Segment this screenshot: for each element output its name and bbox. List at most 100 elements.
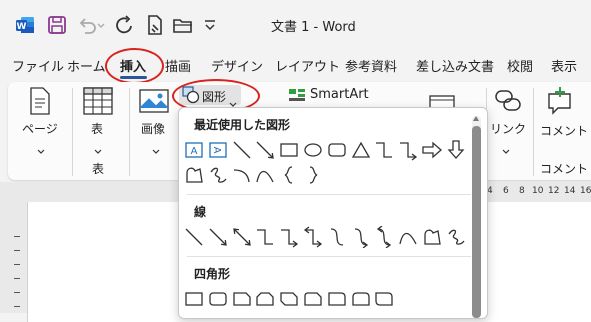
section-divider	[187, 256, 471, 257]
elbow-connector-icon[interactable]	[254, 226, 276, 248]
right-arrow-icon[interactable]	[421, 139, 443, 161]
ribbon-separator	[533, 88, 534, 176]
tab-review[interactable]: 校閲	[507, 56, 533, 75]
line-icon[interactable]	[231, 139, 253, 161]
snip-single-corner-rectangle-icon[interactable]	[231, 288, 253, 310]
oval-icon[interactable]	[302, 139, 324, 161]
scroll-up-icon[interactable]	[473, 116, 479, 121]
round-diagonal-corner-rectangle-icon[interactable]	[373, 288, 395, 310]
smartart-button[interactable]: SmartArt	[288, 85, 378, 105]
ruler-number: 12	[548, 186, 560, 196]
image-icon	[139, 88, 169, 118]
rectangle-icon[interactable]	[278, 139, 300, 161]
snip-round-rectangle-icon[interactable]	[302, 288, 324, 310]
elbow-arrow-connector-icon[interactable]	[278, 226, 300, 248]
chevron-down-icon	[502, 140, 510, 159]
ruler-tick	[14, 278, 20, 279]
tab-home[interactable]: ホーム	[67, 56, 106, 75]
ruler-number: 16	[580, 186, 591, 196]
save-icon[interactable]	[46, 14, 68, 36]
svg-text:A: A	[191, 146, 198, 157]
redo-icon[interactable]	[114, 14, 136, 36]
scribble-icon[interactable]	[445, 226, 467, 248]
comment-group-label: コメント	[540, 162, 589, 176]
ribbon-tabs: ファイル ホーム 挿入 描画 デザイン レイアウト 参考資料 差し込み文書 校閲…	[0, 52, 591, 79]
customize-dropdown-icon[interactable]	[203, 14, 217, 36]
ruler-tick	[14, 306, 20, 307]
curve-icon[interactable]	[254, 164, 276, 186]
tab-file[interactable]: ファイル	[12, 56, 64, 75]
down-arrow-icon[interactable]	[445, 139, 467, 161]
triangle-icon[interactable]	[350, 139, 372, 161]
ruler-tick	[14, 250, 20, 251]
right-brace-icon[interactable]	[302, 164, 324, 186]
curved-arrow-connector-icon[interactable]	[350, 226, 372, 248]
rounded-rectangle-icon[interactable]	[326, 139, 348, 161]
snip-diagonal-corner-rectangle-icon[interactable]	[278, 288, 300, 310]
freeform-shape-icon[interactable]	[421, 226, 443, 248]
link-label: リンク	[490, 122, 527, 136]
undo-dropdown-icon[interactable]	[97, 14, 105, 36]
image-label: 画像	[141, 122, 166, 136]
page-label: ページ	[22, 122, 58, 136]
page-icon	[28, 86, 52, 120]
tab-design[interactable]: デザイン	[211, 56, 263, 75]
ruler-number: 6	[503, 186, 509, 196]
line-icon[interactable]	[183, 226, 205, 248]
tab-mailings[interactable]: 差し込み文書	[416, 56, 494, 75]
elbow-connector-icon[interactable]	[373, 139, 395, 161]
dropdown-scrollbar[interactable]	[472, 116, 481, 318]
rectangle-icon[interactable]	[183, 288, 205, 310]
table-button[interactable]: 表	[80, 86, 116, 154]
lines-title: 線	[194, 205, 207, 219]
title-bar: W 文書 1 - Word	[0, 0, 591, 48]
double-arrow-line-icon[interactable]	[231, 226, 253, 248]
page-button[interactable]: ページ	[22, 86, 58, 154]
freeform-shape-icon[interactable]	[183, 164, 205, 186]
chevron-down-icon	[37, 140, 45, 159]
scrollbar-thumb[interactable]	[472, 126, 481, 318]
arc-icon[interactable]	[231, 164, 253, 186]
folder-icon[interactable]	[172, 14, 194, 36]
comment-button[interactable]: コメント	[538, 86, 589, 152]
tab-references[interactable]: 参考資料	[345, 56, 397, 75]
scribble-icon[interactable]	[207, 164, 229, 186]
arrow-line-icon[interactable]	[207, 226, 229, 248]
curve-icon[interactable]	[397, 226, 419, 248]
tab-layout[interactable]: レイアウト	[275, 56, 340, 75]
section-divider	[187, 194, 471, 195]
table-group-label: 表	[92, 162, 105, 176]
new-comment-icon	[546, 86, 576, 120]
svg-text:W: W	[17, 22, 27, 32]
curved-connector-icon[interactable]	[326, 226, 348, 248]
ruler-number: 10	[532, 186, 544, 196]
arrow-line-icon[interactable]	[254, 139, 276, 161]
curved-double-arrow-connector-icon[interactable]	[373, 226, 395, 248]
elbow-arrow-connector-icon[interactable]	[397, 139, 419, 161]
ruler-tick	[14, 236, 20, 237]
image-button[interactable]: 画像	[136, 86, 172, 154]
ruler-tick	[14, 292, 20, 293]
text-box-icon[interactable]: A	[183, 139, 205, 161]
round-same-side-corner-rectangle-icon[interactable]	[350, 288, 372, 310]
recent-shapes-title: 最近使用した図形	[194, 118, 291, 132]
table-icon	[83, 86, 113, 120]
rounded-rectangle-icon[interactable]	[207, 288, 229, 310]
table-label: 表	[91, 122, 104, 136]
ribbon-separator	[72, 88, 73, 176]
chevron-down-icon	[94, 140, 102, 159]
link-button[interactable]: リンク	[490, 86, 527, 154]
elbow-double-arrow-connector-icon[interactable]	[302, 226, 324, 248]
comment-label: コメント	[540, 124, 589, 138]
tab-view[interactable]: 表示	[551, 56, 577, 75]
ruler-tick	[14, 264, 20, 265]
page-with-brush-icon[interactable]	[144, 14, 166, 36]
round-single-corner-rectangle-icon[interactable]	[326, 288, 348, 310]
snip-same-side-corner-rectangle-icon[interactable]	[254, 288, 276, 310]
left-brace-icon[interactable]	[278, 164, 300, 186]
undo-icon[interactable]	[76, 14, 98, 36]
word-logo-icon: W	[14, 14, 36, 36]
vertical-text-box-icon[interactable]: A	[207, 139, 229, 161]
tab-draw[interactable]: 描画	[165, 56, 191, 75]
shapes-dropdown: 最近使用した図形 A A 線 四角形	[178, 107, 488, 319]
